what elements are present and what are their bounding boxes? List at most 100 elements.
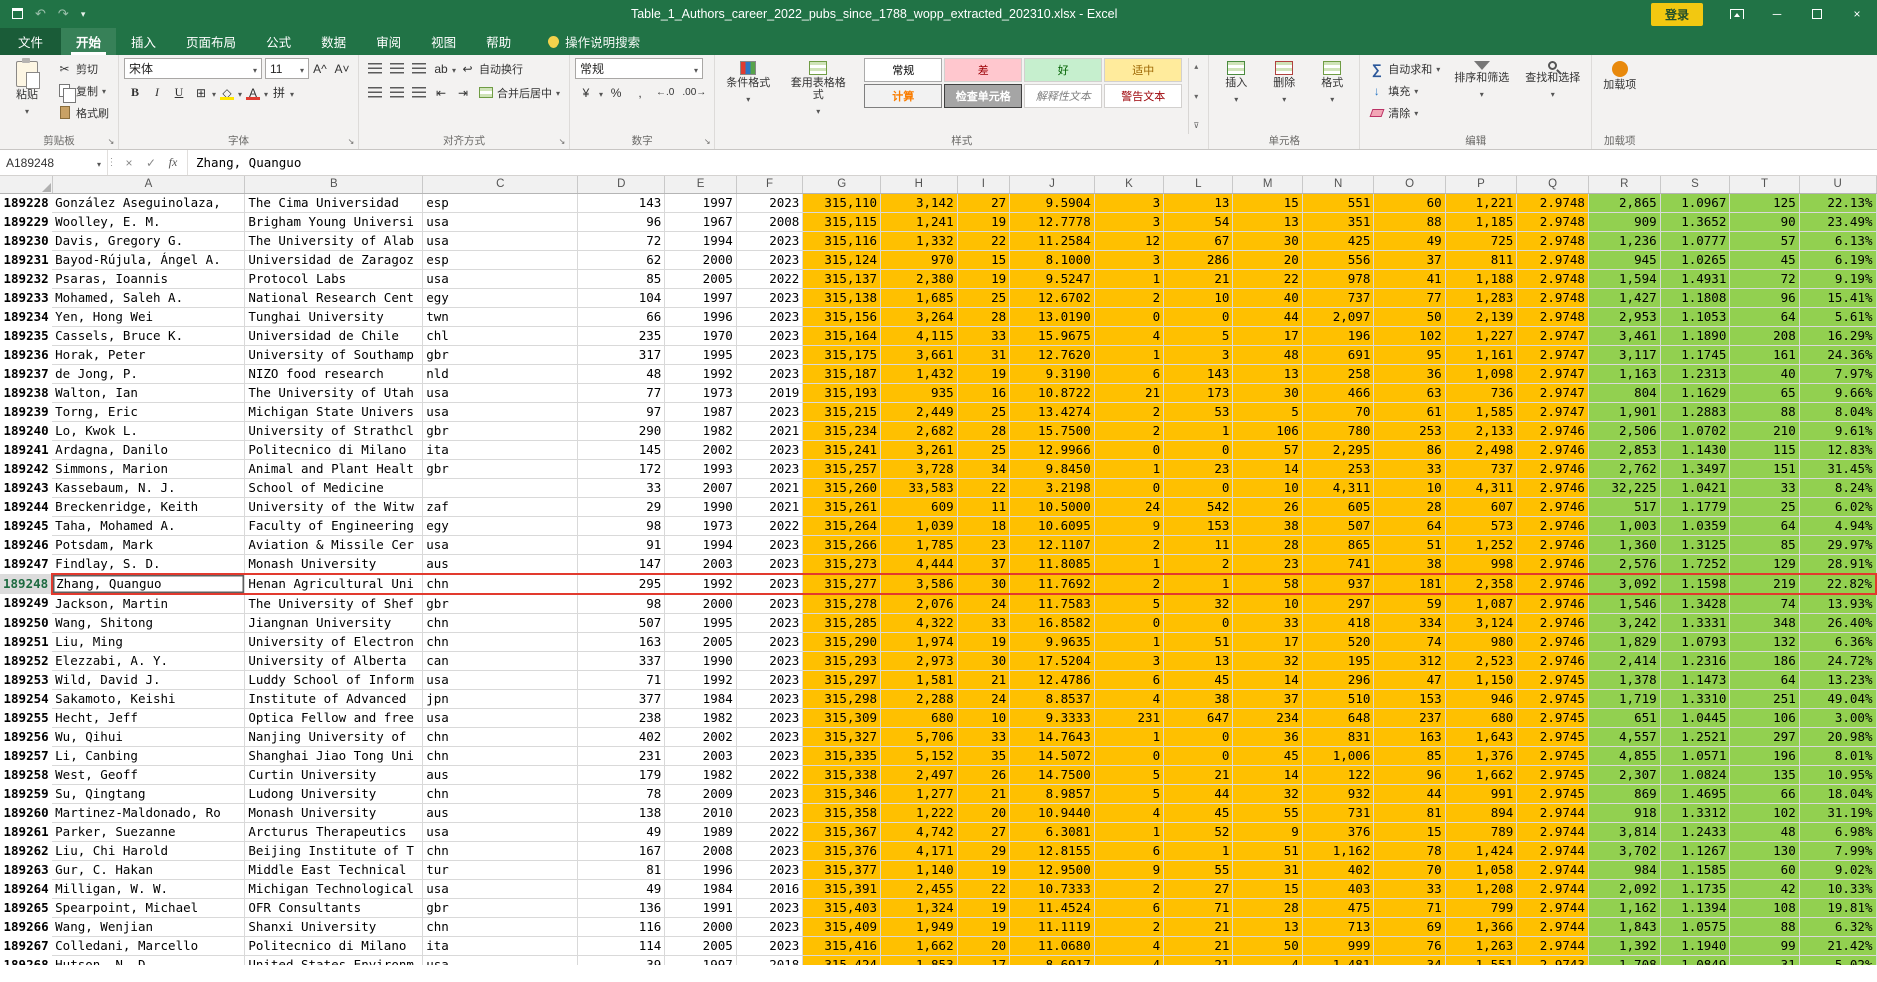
- row-number[interactable]: 189263: [0, 860, 52, 879]
- name-box[interactable]: A189248: [0, 150, 108, 175]
- cell[interactable]: 74: [1374, 632, 1445, 651]
- cell[interactable]: 34: [1374, 955, 1445, 965]
- cell[interactable]: 13: [1233, 364, 1302, 383]
- cell[interactable]: 691: [1302, 345, 1374, 364]
- cell[interactable]: 1,236: [1588, 231, 1660, 250]
- merge-center-button[interactable]: 合并后居中: [474, 82, 564, 103]
- cell[interactable]: 210: [1730, 421, 1799, 440]
- column-header-E[interactable]: E: [665, 176, 736, 193]
- cell[interactable]: 37: [1374, 250, 1445, 269]
- percent-style-button[interactable]: %: [605, 82, 627, 103]
- cell[interactable]: 32: [1164, 594, 1233, 614]
- cell[interactable]: 85: [578, 269, 665, 288]
- fill-button[interactable]: ↓填充: [1365, 80, 1444, 101]
- row-number[interactable]: 189266: [0, 917, 52, 936]
- bold-button[interactable]: B: [124, 82, 146, 103]
- cell[interactable]: 64: [1730, 516, 1799, 535]
- cell[interactable]: 1973: [665, 516, 736, 535]
- cell[interactable]: 2023: [736, 307, 803, 326]
- cell[interactable]: 9.3190: [1010, 364, 1095, 383]
- cell[interactable]: 21: [1164, 936, 1233, 955]
- increase-indent-button[interactable]: ⇥: [452, 82, 474, 103]
- cell[interactable]: 1.0359: [1660, 516, 1730, 535]
- cell[interactable]: 945: [1588, 250, 1660, 269]
- cell[interactable]: 1970: [665, 326, 736, 345]
- cell[interactable]: 315,261: [803, 497, 881, 516]
- cell[interactable]: 2,576: [1588, 554, 1660, 574]
- cell[interactable]: 55: [1164, 860, 1233, 879]
- cell[interactable]: 2.9745: [1517, 765, 1589, 784]
- cell[interactable]: 50: [1374, 307, 1445, 326]
- cell[interactable]: 20.98%: [1799, 727, 1876, 746]
- cell[interactable]: Tunghai University: [245, 307, 423, 326]
- cell[interactable]: 348: [1730, 613, 1799, 632]
- cell[interactable]: Torng, Eric: [52, 402, 245, 421]
- cell-style-calculation[interactable]: 计算: [864, 84, 942, 108]
- cell[interactable]: jpn: [423, 689, 578, 708]
- cell[interactable]: 2009: [665, 784, 736, 803]
- cell[interactable]: 2023: [736, 632, 803, 651]
- cell[interactable]: 11: [1164, 535, 1233, 554]
- cell[interactable]: 15.9675: [1010, 326, 1095, 345]
- row-number[interactable]: 189265: [0, 898, 52, 917]
- cell[interactable]: 70: [1374, 860, 1445, 879]
- cell[interactable]: 2,865: [1588, 193, 1660, 212]
- cell[interactable]: 37: [1233, 689, 1302, 708]
- cell[interactable]: Psaras, Ioannis: [52, 269, 245, 288]
- cell[interactable]: Spearpoint, Michael: [52, 898, 245, 917]
- cell[interactable]: Universidad de Chile: [245, 326, 423, 345]
- cell[interactable]: 312: [1374, 651, 1445, 670]
- cell[interactable]: 28: [1374, 497, 1445, 516]
- row-number[interactable]: 189260: [0, 803, 52, 822]
- cell[interactable]: 25: [957, 402, 1010, 421]
- cell[interactable]: 9.02%: [1799, 860, 1876, 879]
- cell[interactable]: 2: [1094, 574, 1163, 594]
- cell[interactable]: School of Medicine: [245, 478, 423, 497]
- cell[interactable]: 2,853: [1588, 440, 1660, 459]
- cell[interactable]: 1.1745: [1660, 345, 1730, 364]
- copy-button[interactable]: 复制: [53, 80, 113, 101]
- cell[interactable]: 237: [1374, 708, 1445, 727]
- cell[interactable]: 81: [1374, 803, 1445, 822]
- cell[interactable]: 0: [1094, 613, 1163, 632]
- cell[interactable]: 51: [1233, 841, 1302, 860]
- cell[interactable]: 64: [1730, 307, 1799, 326]
- cell[interactable]: 1994: [665, 535, 736, 554]
- cell[interactable]: 32: [1233, 651, 1302, 670]
- cell[interactable]: 25: [957, 440, 1010, 459]
- cell[interactable]: 4: [1094, 936, 1163, 955]
- cell[interactable]: 507: [1302, 516, 1374, 535]
- cell[interactable]: ita: [423, 440, 578, 459]
- cell[interactable]: Lo, Kwok L.: [52, 421, 245, 440]
- cell[interactable]: 71: [1164, 898, 1233, 917]
- cell[interactable]: 153: [1164, 516, 1233, 535]
- cell[interactable]: 2.9746: [1517, 421, 1589, 440]
- cell[interactable]: 1,263: [1445, 936, 1517, 955]
- cell[interactable]: 315,409: [803, 917, 881, 936]
- cell[interactable]: 106: [1730, 708, 1799, 727]
- tab-page-layout[interactable]: 页面布局: [171, 28, 251, 55]
- cell[interactable]: 18.04%: [1799, 784, 1876, 803]
- cell[interactable]: 4,444: [881, 554, 958, 574]
- cell[interactable]: chn: [423, 917, 578, 936]
- cell[interactable]: 780: [1302, 421, 1374, 440]
- cell[interactable]: 10.9440: [1010, 803, 1095, 822]
- cell[interactable]: 2023: [736, 670, 803, 689]
- sort-filter-button[interactable]: 排序和筛选: [1448, 58, 1515, 134]
- cell[interactable]: 167: [578, 841, 665, 860]
- cell[interactable]: 605: [1302, 497, 1374, 516]
- cell[interactable]: Hutson, N. D.: [52, 955, 245, 965]
- cell[interactable]: 7.99%: [1799, 841, 1876, 860]
- cell[interactable]: The University of Shef: [245, 594, 423, 614]
- cell[interactable]: 2.9747: [1517, 326, 1589, 345]
- cell[interactable]: nld: [423, 364, 578, 383]
- cell[interactable]: 315,115: [803, 212, 881, 231]
- close-icon[interactable]: ×: [1837, 0, 1877, 28]
- row-number[interactable]: 189261: [0, 822, 52, 841]
- cell[interactable]: egy: [423, 516, 578, 535]
- cell[interactable]: 789: [1445, 822, 1517, 841]
- cell[interactable]: 70: [1302, 402, 1374, 421]
- cell[interactable]: 25: [957, 288, 1010, 307]
- row-number[interactable]: 189247: [0, 554, 52, 574]
- cell[interactable]: 315,358: [803, 803, 881, 822]
